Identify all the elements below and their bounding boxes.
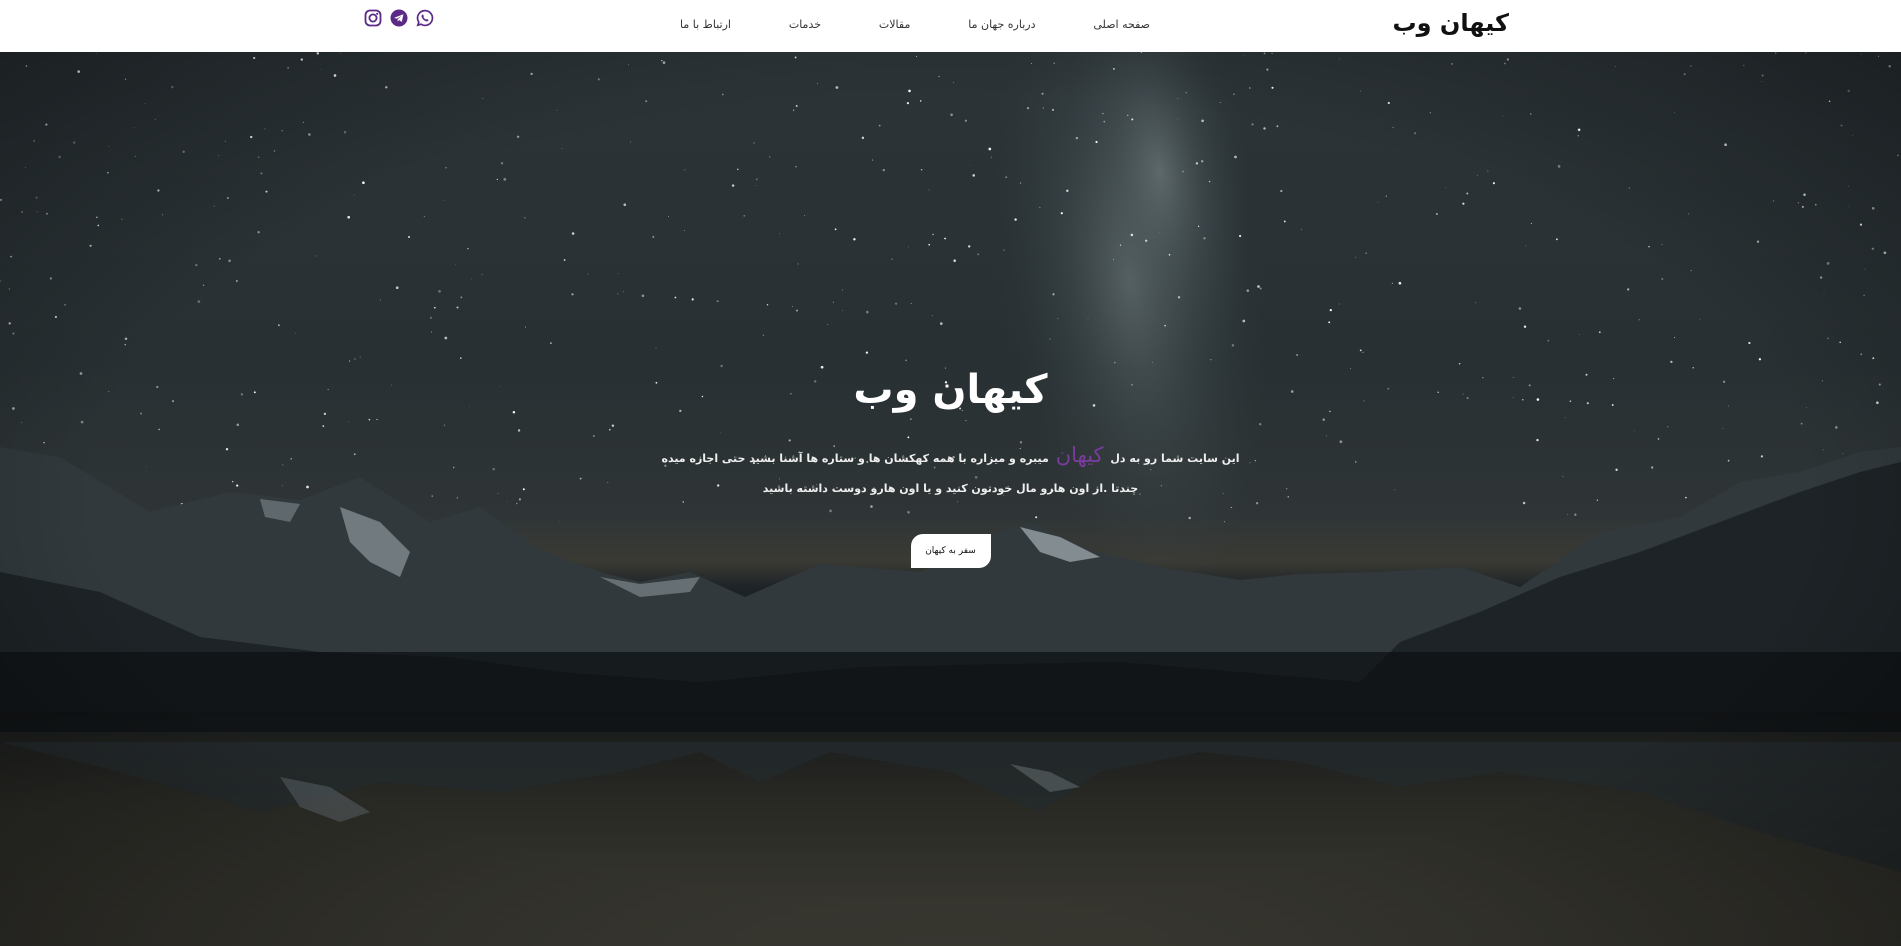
nav-link-contact[interactable]: ارتباط با ما (680, 18, 731, 31)
hero-content: کیهان وب این سایت شما رو به دل کیهان میب… (0, 362, 1901, 568)
nav-link-services[interactable]: خدمات (789, 18, 821, 31)
journey-button[interactable]: سفر به کیهان (910, 534, 991, 568)
whatsapp-icon[interactable] (416, 9, 434, 27)
telegram-icon[interactable] (390, 9, 408, 27)
hero-highlight: کیهان (1055, 443, 1104, 467)
social-links (364, 9, 434, 27)
nav-link-about[interactable]: درباره جهان ما (968, 18, 1035, 31)
top-navbar: کیهان وب صفحه اصلی درباره جهان ما مقالات… (0, 0, 1901, 52)
nav-item-articles: مقالات (879, 13, 910, 32)
main-nav: صفحه اصلی درباره جهان ما مقالات خدمات ار… (680, 0, 1150, 44)
nav-item-services: خدمات (789, 13, 821, 32)
hero-text-before: این سایت شما رو به دل (1110, 452, 1240, 465)
instagram-icon[interactable] (364, 9, 382, 27)
nav-item-about: درباره جهان ما (968, 13, 1035, 32)
nav-link-home[interactable]: صفحه اصلی (1093, 18, 1150, 31)
hero-title: کیهان وب (853, 367, 1048, 413)
hero-description: این سایت شما رو به دل کیهان میبره و میزا… (651, 440, 1251, 504)
site-logo[interactable]: کیهان وب (1393, 6, 1509, 40)
nav-link-articles[interactable]: مقالات (879, 18, 910, 31)
hero-section: کیهان وب این سایت شما رو به دل کیهان میب… (0, 52, 1901, 946)
nav-item-home: صفحه اصلی (1093, 13, 1150, 32)
nav-item-contact: ارتباط با ما (680, 13, 731, 32)
